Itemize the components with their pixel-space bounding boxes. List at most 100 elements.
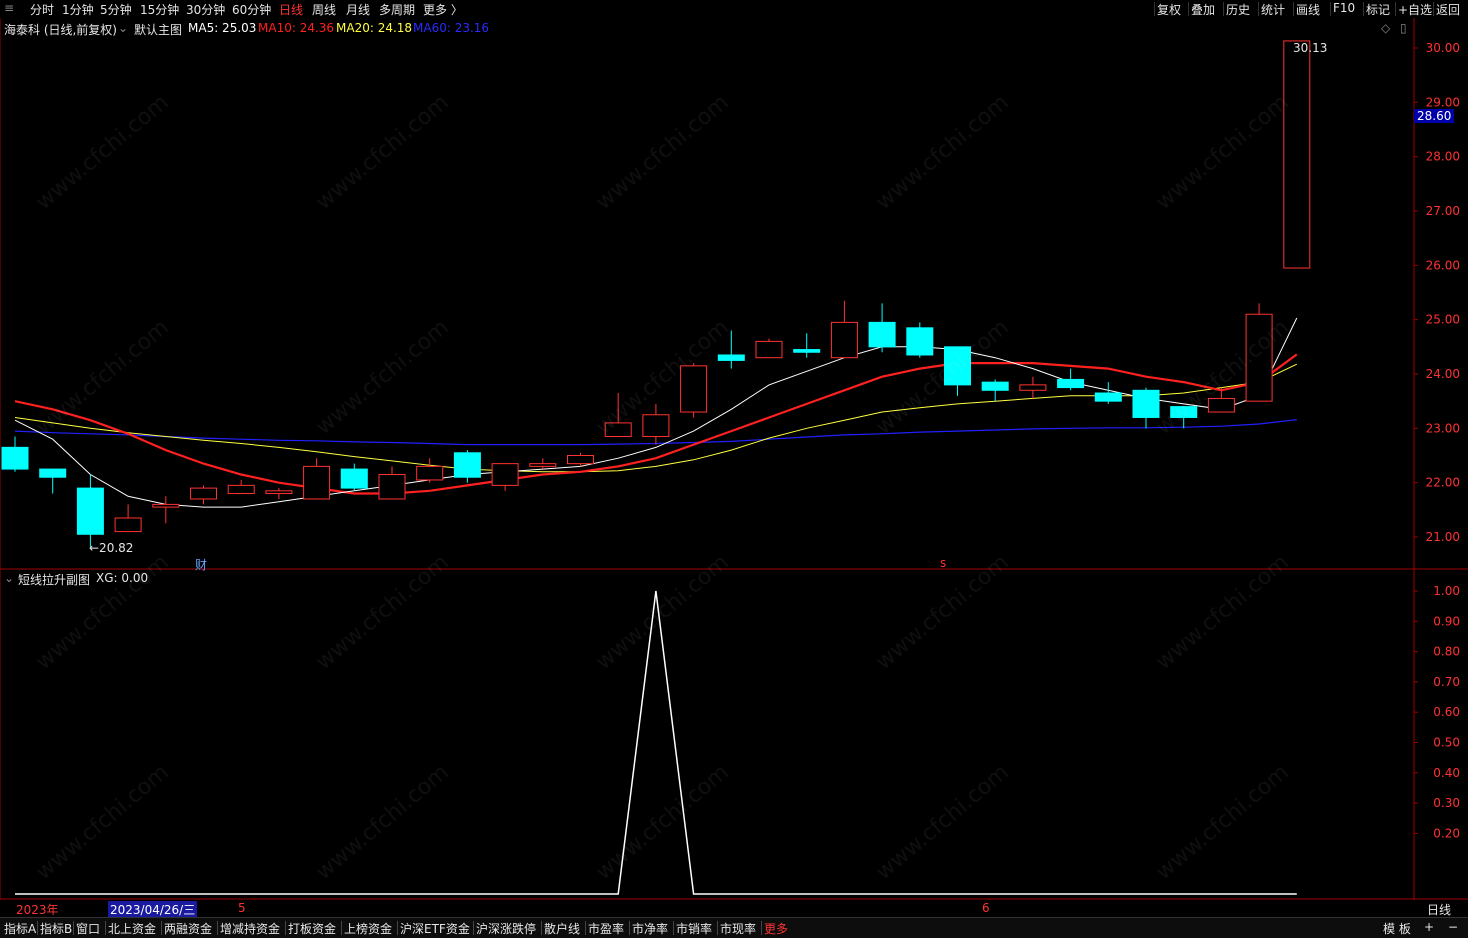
period-tab-3[interactable]: 15分钟: [140, 1, 179, 18]
sub-collapse-icon[interactable]: ⌄: [4, 571, 14, 585]
price-tick-label: 22.00: [1426, 476, 1460, 490]
candle-body-down: [39, 468, 67, 478]
stock-title: 海泰科 (日线,前复权): [4, 23, 117, 37]
event-marker-s[interactable]: s: [940, 556, 946, 570]
bottom-tab-5[interactable]: 增减持资金: [220, 920, 280, 937]
sub-tick-label: 0.50: [1433, 736, 1460, 750]
period-tab-8[interactable]: 月线: [346, 1, 370, 18]
period-tab-2[interactable]: 5分钟: [100, 1, 132, 18]
candle-body-down: [340, 468, 368, 489]
candle-body-up: [680, 365, 708, 413]
toolbar-right-3[interactable]: 统计: [1261, 1, 1285, 18]
bottom-tab-10[interactable]: 散户线: [544, 920, 580, 937]
toolbar-right-8[interactable]: 返回: [1436, 1, 1460, 18]
bottom-tab-3[interactable]: 北上资金: [108, 920, 156, 937]
bottom-tab-2[interactable]: 窗口: [76, 920, 100, 937]
period-label: 日线: [1427, 903, 1452, 917]
indicator-tab-bar: 指标A 指标B 窗口 北上资金 两融资金 增减持资金 打板资金 上榜资金 沪深ETF资金 沪深涨跌…: [0, 917, 1468, 938]
bottom-tab-11[interactable]: 市盈率: [588, 920, 624, 937]
bottom-tab-8[interactable]: 沪深ETF资金: [400, 920, 470, 937]
bottom-tab-9[interactable]: 沪深涨跌停: [476, 920, 536, 937]
toolbar-divider: [1395, 2, 1396, 16]
toolbar-right-4[interactable]: 画线: [1296, 1, 1320, 18]
template-label[interactable]: 默认主图: [134, 21, 182, 38]
bottom-tab-14[interactable]: 市现率: [720, 920, 756, 937]
year-label: 2023年: [16, 903, 59, 917]
bottom-tab-7[interactable]: 上榜资金: [344, 920, 392, 937]
candle-body-down: [793, 349, 821, 353]
tab-divider: [673, 921, 674, 935]
high-marker: 30.13: [1293, 41, 1328, 55]
toolbar-divider: [1363, 2, 1364, 16]
price-tick-label: 29.00: [1426, 95, 1460, 109]
period-tab-0[interactable]: 分时: [30, 1, 54, 18]
bottom-right-1[interactable]: +: [1424, 920, 1434, 934]
candle-body-up: [114, 517, 142, 533]
period-tab-7[interactable]: 周线: [312, 1, 336, 18]
bottom-tab-4[interactable]: 两融资金: [164, 920, 212, 937]
period-tab-10[interactable]: 更多 〉: [423, 1, 463, 18]
tab-divider: [341, 921, 342, 935]
ma10-label: MA10: 24.36: [258, 21, 335, 35]
sub-indicator-chart[interactable]: 1.00 0.90 0.80 0.70 0.60 0.50 0.40 0.30 0.20: [0, 570, 1468, 900]
bottom-tab-0[interactable]: 指标A: [4, 920, 36, 937]
period-tab-6[interactable]: 日线: [279, 1, 303, 18]
sub-chart-title: 短线拉升副图: [18, 573, 91, 587]
bottom-tab-1[interactable]: 指标B: [40, 920, 72, 937]
bottom-tab-13[interactable]: 市销率: [676, 920, 712, 937]
price-tick-label: 30.00: [1426, 41, 1460, 55]
tab-divider: [717, 921, 718, 935]
toolbar-divider: [1258, 2, 1259, 16]
toolbar-right-1[interactable]: 叠加: [1191, 1, 1215, 18]
period-tab-1[interactable]: 1分钟: [62, 1, 94, 18]
tab-divider: [285, 921, 286, 935]
candle-body-up: [567, 455, 594, 465]
bottom-tab-6[interactable]: 打板资金: [288, 920, 336, 937]
collapse-icon[interactable]: ⌄: [118, 21, 128, 35]
tab-divider: [37, 921, 38, 935]
period-tab-5[interactable]: 60分钟: [232, 1, 271, 18]
candle-body-down: [906, 327, 934, 356]
xg-label: XG: 0.00: [96, 571, 149, 585]
low-marker: ←20.82: [89, 541, 134, 555]
sub-tick-label: 0.20: [1433, 826, 1460, 840]
menu-icon[interactable]: ≡: [4, 1, 14, 15]
time-axis: 2023年 2023/04/26/三 5 6 日线: [0, 900, 1468, 918]
toolbar-right-2[interactable]: 历史: [1226, 1, 1250, 18]
bottom-right-0[interactable]: 模 板: [1383, 920, 1411, 937]
bottom-right-2[interactable]: −: [1448, 920, 1458, 934]
panel-icon[interactable]: ▯: [1400, 21, 1407, 35]
tab-divider: [161, 921, 162, 935]
candle-body-up: [303, 465, 331, 500]
candle-body-down: [1132, 389, 1160, 418]
current-price-badge: 28.60: [1414, 109, 1455, 123]
sub-tick-label: 0.80: [1433, 645, 1460, 659]
period-tab-9[interactable]: 多周期: [379, 1, 415, 18]
toolbar-right-6[interactable]: 标记: [1366, 1, 1390, 18]
bottom-tab-15[interactable]: 更多: [764, 920, 788, 937]
toolbar-right-0[interactable]: 复权: [1157, 1, 1181, 18]
toolbar-divider: [1223, 2, 1224, 16]
candle-body-down: [453, 452, 481, 478]
bottom-tab-12[interactable]: 市净率: [632, 920, 668, 937]
month-label-6: 6: [982, 901, 990, 915]
candle-body-up: [1283, 40, 1311, 269]
tab-divider: [761, 921, 762, 935]
candle-body-down: [944, 346, 971, 386]
candle-body-up: [190, 487, 217, 500]
diamond-icon[interactable]: ◇: [1381, 21, 1390, 35]
candle-body-down: [1094, 392, 1122, 402]
candle-body-down: [76, 487, 104, 535]
price-tick-label: 25.00: [1426, 313, 1460, 327]
tab-divider: [217, 921, 218, 935]
price-tick-label: 23.00: [1426, 421, 1460, 435]
toolbar-right-5[interactable]: F10: [1333, 1, 1355, 15]
period-tab-4[interactable]: 30分钟: [186, 1, 225, 18]
main-kline-chart[interactable]: 30.00 29.00 28.00 27.00 26.00 25.00 24.00 23.00…: [0, 18, 1468, 570]
toolbar-right-7[interactable]: +自选: [1398, 1, 1432, 18]
ma20-label: MA20: 24.18: [336, 21, 413, 35]
cursor-date-badge: 2023/04/26/三: [108, 901, 198, 918]
month-label-5: 5: [238, 901, 246, 915]
period-toolbar: ≡ 分时 1分钟 5分钟 15分钟 30分钟 60分钟 日线 周线 月线 多周期 更多 〉 复权 叠加…: [0, 0, 1468, 18]
ma60-label: MA60: 23.16: [413, 21, 490, 35]
